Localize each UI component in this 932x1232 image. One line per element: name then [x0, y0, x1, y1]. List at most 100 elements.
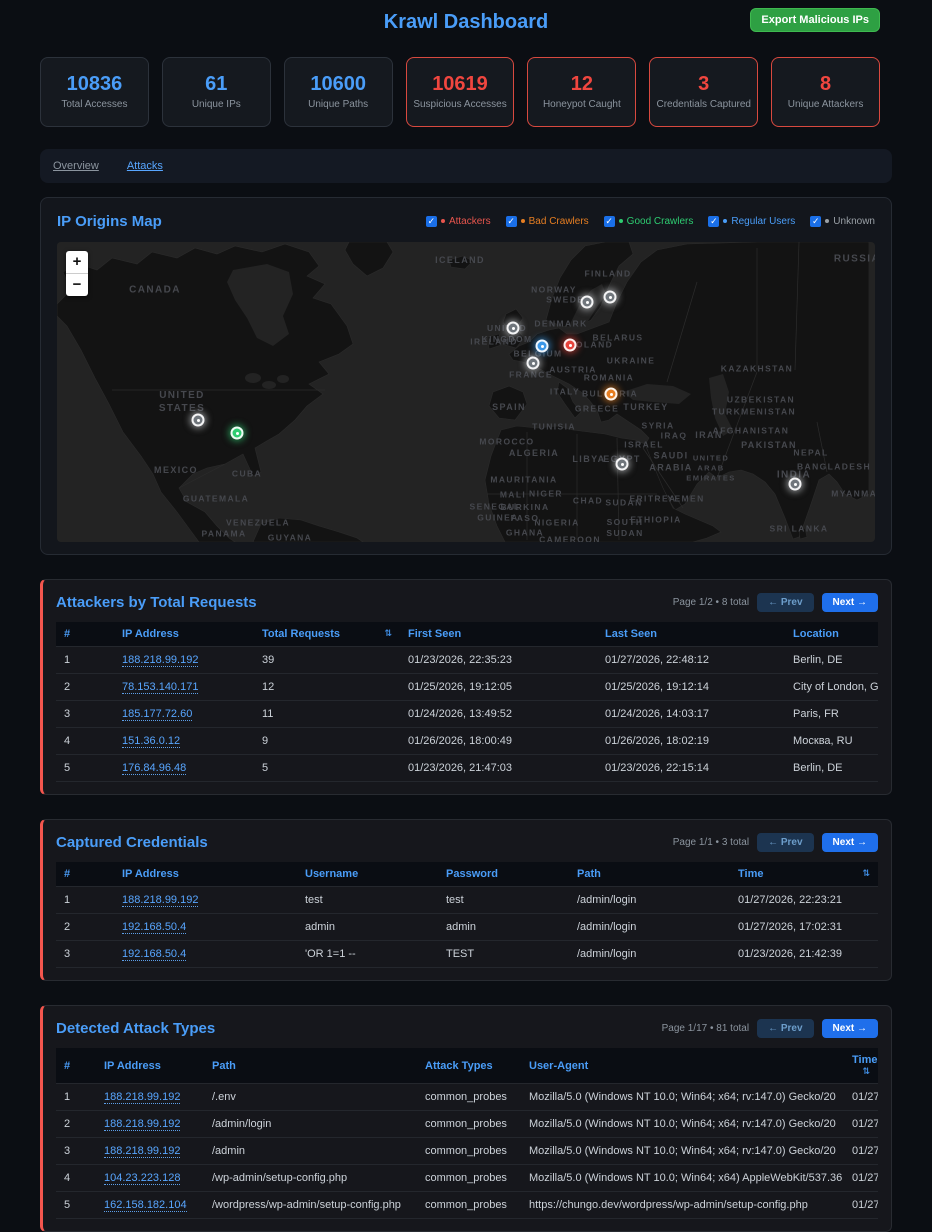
stat-value: 10836	[67, 74, 123, 94]
sort-icon[interactable]: ⇅	[862, 868, 870, 879]
export-malicious-ips-button[interactable]: Export Malicious IPs	[750, 8, 880, 32]
map-zoom-in-button[interactable]: +	[66, 251, 88, 274]
table-cell: Berlin, DE	[785, 647, 878, 674]
column-header-total-requests[interactable]: Total Requests⇅	[254, 622, 400, 647]
table-row: 1188.218.99.1923901/23/2026, 22:35:2301/…	[56, 647, 878, 674]
attackers-next-button[interactable]: Next →	[822, 593, 878, 612]
attack-types-page-info: Page 1/17 • 81 total	[662, 1023, 749, 1034]
column-header-attack-types: Attack Types	[417, 1048, 521, 1084]
table-cell: 188.218.99.192	[114, 887, 297, 914]
tab-overview[interactable]: Overview	[53, 160, 99, 172]
table-cell: 2	[56, 674, 114, 701]
table-cell: 39	[254, 647, 400, 674]
map-marker-good-crawler[interactable]	[231, 427, 244, 440]
table-cell: City of London, GB	[785, 674, 878, 701]
ip-address-link[interactable]: 151.36.0.12	[122, 735, 180, 748]
column-header--: #	[56, 862, 114, 887]
ip-address-link[interactable]: 162.158.182.104	[104, 1199, 187, 1212]
table-cell: 4	[56, 1165, 96, 1192]
ip-address-link[interactable]: 188.218.99.192	[104, 1091, 180, 1104]
sort-icon[interactable]: ⇅	[862, 1066, 870, 1077]
table-cell: 192.168.50.4	[114, 914, 297, 941]
table-cell: 01/26/2026, 18:00:49	[400, 728, 597, 755]
map-marker-unknown[interactable]	[616, 458, 629, 471]
stat-card-unique-paths: 10600Unique Paths	[284, 57, 393, 127]
attackers-page-info: Page 1/2 • 8 total	[673, 597, 749, 608]
legend-dot-icon	[619, 219, 623, 223]
stat-label: Suspicious Accesses	[413, 99, 506, 110]
attackers-section-header: Attackers by Total Requests Page 1/2 • 8…	[56, 592, 878, 612]
ip-origins-map-card: IP Origins Map ✓Attackers✓Bad Crawlers✓G…	[40, 197, 892, 555]
legend-dot-icon	[723, 219, 727, 223]
ip-address-link[interactable]: 176.84.96.48	[122, 762, 186, 775]
map-marker-bad-crawler[interactable]	[605, 388, 618, 401]
map-zoom-out-button[interactable]: −	[66, 274, 88, 296]
ip-address-link[interactable]: 188.218.99.192	[104, 1118, 180, 1131]
table-cell: Paris, FR	[785, 701, 878, 728]
legend-item-bad-crawler: ✓Bad Crawlers	[506, 216, 589, 227]
legend-checkbox-regular-user-icon[interactable]: ✓	[708, 216, 719, 227]
table-row: 3185.177.72.601101/24/2026, 13:49:5201/2…	[56, 701, 878, 728]
table-cell: 188.218.99.192	[96, 1138, 204, 1165]
table-cell: TEST	[438, 941, 569, 968]
legend-checkbox-attacker-icon[interactable]: ✓	[426, 216, 437, 227]
attackers-table: #IP AddressTotal Requests⇅First SeenLast…	[56, 622, 878, 782]
ip-address-link[interactable]: 188.218.99.192	[104, 1145, 180, 1158]
table-cell: 01/27/2026, 17:02:31	[730, 914, 878, 941]
ip-address-link[interactable]: 188.218.99.192	[122, 654, 198, 667]
legend-dot-icon	[441, 219, 445, 223]
ip-address-link[interactable]: 104.23.223.128	[104, 1172, 180, 1185]
column-header-username: Username	[297, 862, 438, 887]
credentials-prev-button[interactable]: ← Prev	[757, 833, 813, 852]
map-marker-unknown[interactable]	[789, 478, 802, 491]
legend-label: Attackers	[449, 216, 491, 227]
world-map	[57, 242, 869, 542]
legend-item-unknown: ✓Unknown	[810, 216, 875, 227]
attack-types-section-header: Detected Attack Types Page 1/17 • 81 tot…	[56, 1018, 878, 1038]
krawl-dashboard-page: Krawl Dashboard Export Malicious IPs 108…	[0, 0, 932, 1232]
stat-label: Unique Paths	[308, 99, 368, 110]
legend-checkbox-unknown-icon[interactable]: ✓	[810, 216, 821, 227]
map-marker-unknown[interactable]	[192, 414, 205, 427]
ip-address-link[interactable]: 192.168.50.4	[122, 921, 186, 934]
table-cell: 01/27/2026, 19:38:59	[844, 1165, 878, 1192]
credentials-next-button[interactable]: Next →	[822, 833, 878, 852]
table-row: 4151.36.0.12901/26/2026, 18:00:4901/26/2…	[56, 728, 878, 755]
stat-card-unique-ips: 61Unique IPs	[162, 57, 271, 127]
map-legend: ✓Attackers✓Bad Crawlers✓Good Crawlers✓Re…	[426, 216, 875, 227]
tab-attacks[interactable]: Attacks	[127, 160, 163, 172]
table-cell: 01/27/2026, 22:23:21	[844, 1111, 878, 1138]
attackers-prev-button[interactable]: ← Prev	[757, 593, 813, 612]
ip-address-link[interactable]: 192.168.50.4	[122, 948, 186, 961]
table-cell: 01/26/2026, 18:02:19	[597, 728, 785, 755]
legend-checkbox-bad-crawler-icon[interactable]: ✓	[506, 216, 517, 227]
map-marker-regular-user[interactable]	[536, 340, 549, 353]
table-cell: 01/24/2026, 13:49:52	[400, 701, 597, 728]
attack-types-prev-button[interactable]: ← Prev	[757, 1019, 813, 1038]
sort-icon[interactable]: ⇅	[384, 628, 392, 639]
ip-address-link[interactable]: 188.218.99.192	[122, 894, 198, 907]
table-cell: /admin/login	[569, 941, 730, 968]
map-marker-attacker[interactable]	[564, 339, 577, 352]
column-header-time[interactable]: Time⇅	[730, 862, 878, 887]
table-cell: 5	[254, 755, 400, 782]
map-canvas[interactable]: + − CANADAICELANDRUSSIAUNITED STATESMEXI…	[57, 242, 875, 542]
ip-address-link[interactable]: 185.177.72.60	[122, 708, 192, 721]
table-row: 2188.218.99.192/admin/logincommon_probes…	[56, 1111, 878, 1138]
column-header-ip-address: IP Address	[96, 1048, 204, 1084]
legend-label: Good Crawlers	[627, 216, 694, 227]
map-marker-unknown[interactable]	[507, 322, 520, 335]
table-cell: 9	[254, 728, 400, 755]
map-marker-unknown[interactable]	[527, 357, 540, 370]
column-header-time[interactable]: Time⇅	[844, 1048, 878, 1084]
table-cell: /wp-admin/setup-config.php	[204, 1165, 417, 1192]
table-cell: 5	[56, 1192, 96, 1219]
attack-types-next-button[interactable]: Next →	[822, 1019, 878, 1038]
map-marker-unknown[interactable]	[604, 291, 617, 304]
table-cell: 01/27/2026, 19:35:33	[844, 1192, 878, 1219]
ip-address-link[interactable]: 78.153.140.171	[122, 681, 198, 694]
table-cell: 5	[56, 755, 114, 782]
map-marker-unknown[interactable]	[581, 296, 594, 309]
table-cell: test	[438, 887, 569, 914]
legend-checkbox-good-crawler-icon[interactable]: ✓	[604, 216, 615, 227]
